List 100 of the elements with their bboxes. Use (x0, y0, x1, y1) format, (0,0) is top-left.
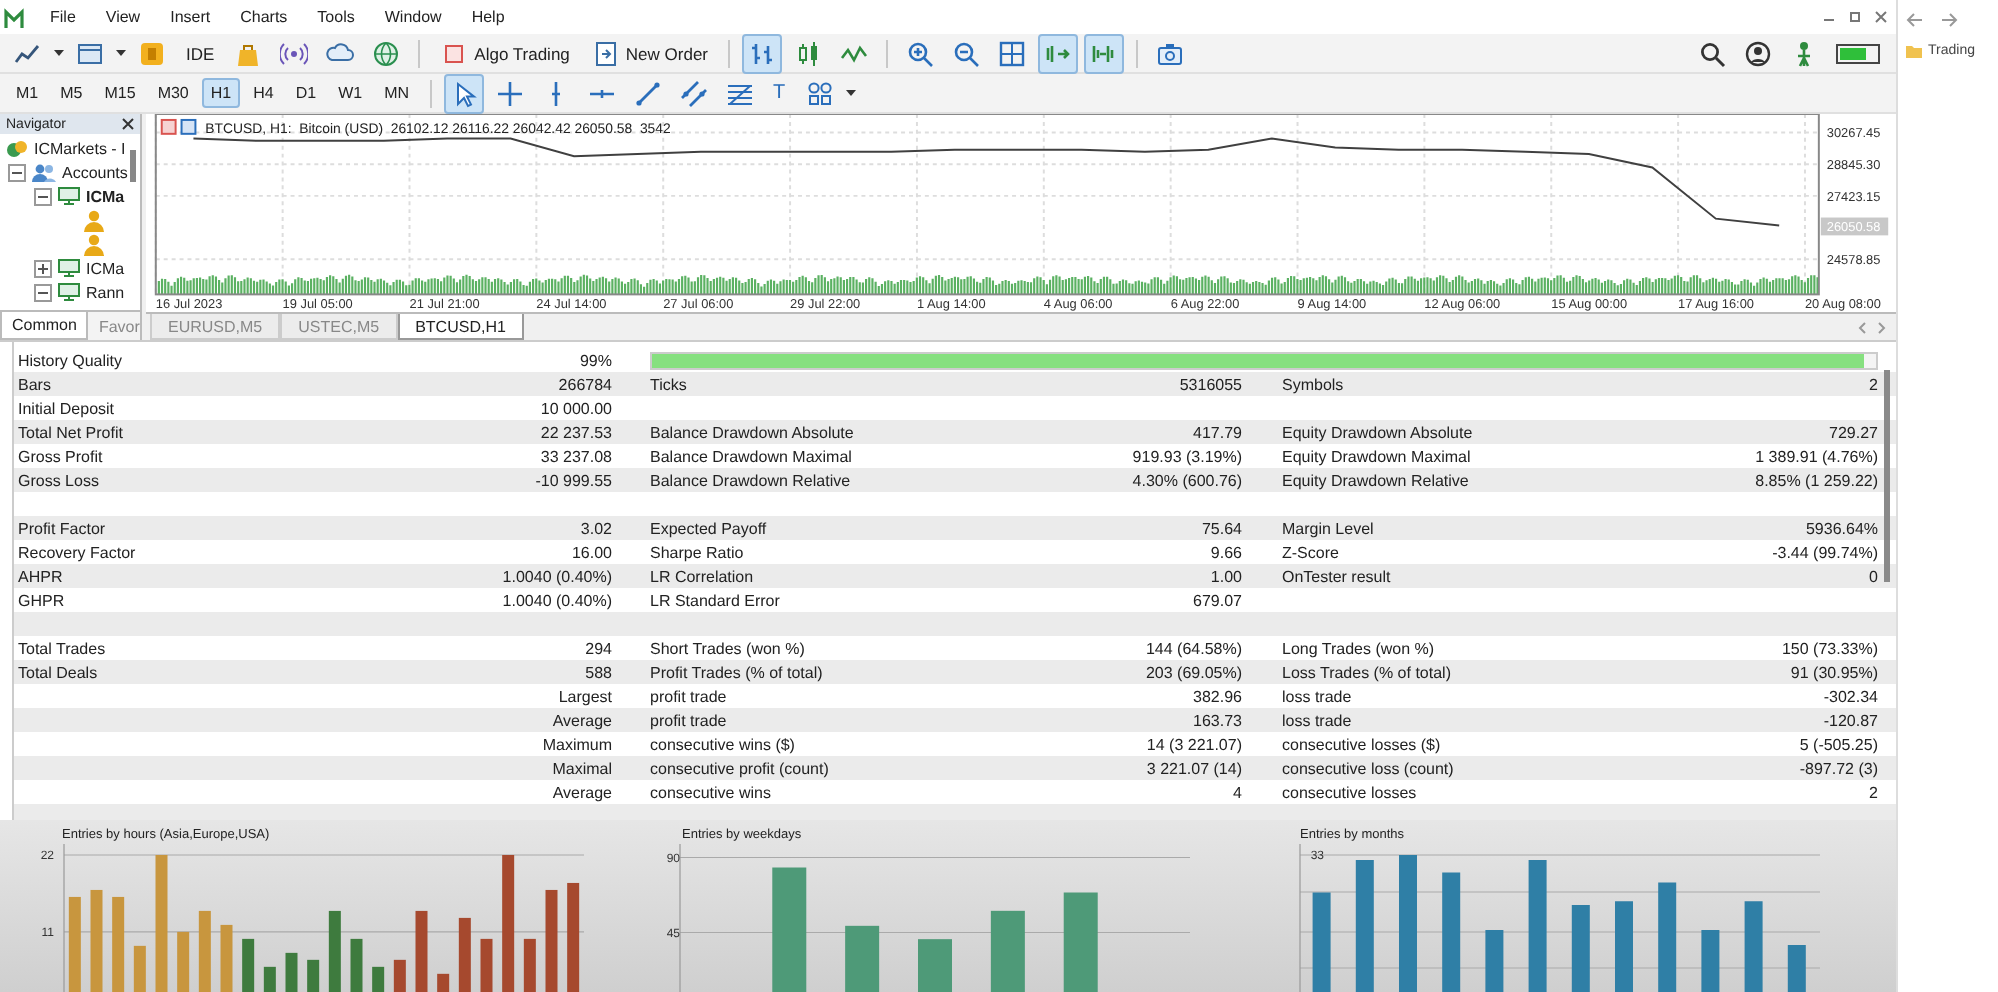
stat-value: Largest (556, 687, 612, 705)
stat-value: 5316055 (1177, 375, 1242, 393)
bar (242, 938, 255, 992)
stat-label: Equity Drawdown Absolute (1282, 423, 1475, 441)
stat-value: 2 (1867, 783, 1878, 801)
stat-value: 9.66 (1208, 543, 1242, 561)
user-icon[interactable] (1744, 39, 1772, 67)
close-icon[interactable] (122, 118, 134, 130)
panel-tab[interactable]: Common (0, 312, 89, 340)
chevron-left-icon[interactable] (1858, 321, 1866, 334)
tree-item[interactable]: ICMarkets - I (34, 139, 126, 157)
tree-item[interactable]: Rann (86, 283, 125, 301)
bar (1063, 892, 1098, 992)
collapse-icon[interactable] (8, 163, 26, 181)
stat-label: Gross Loss (18, 471, 101, 489)
menu-item[interactable]: File (46, 6, 80, 28)
stat-label: Profit Factor (18, 519, 108, 537)
text-tool-button[interactable]: T (765, 76, 794, 110)
stat-value: 14 (3 221.07) (1144, 735, 1242, 753)
menu-item[interactable]: Window (380, 6, 446, 28)
bar (263, 966, 276, 992)
caret-icon (116, 50, 126, 56)
bar (177, 931, 190, 992)
scrollbar[interactable] (1884, 370, 1890, 582)
stat-value: -897.72 (3) (1797, 759, 1878, 777)
search-icon[interactable] (1698, 39, 1726, 67)
app-logo-icon (4, 5, 24, 29)
bar (350, 938, 363, 992)
trade-icon[interactable] (160, 118, 197, 135)
chevron-right-icon[interactable] (1878, 321, 1886, 334)
timeframe-button[interactable]: MN (376, 78, 418, 108)
tree-item[interactable]: Accounts (62, 163, 128, 181)
close-icon[interactable] (1874, 10, 1888, 24)
stat-value: 3 221.07 (14) (1144, 759, 1242, 777)
bar (480, 938, 493, 992)
chart-shift-icon[interactable] (1084, 33, 1124, 73)
stat-label: profit trade (650, 711, 729, 729)
stat-value: Average (550, 711, 612, 729)
bar (155, 855, 168, 992)
stat-label: Symbols (1282, 375, 1346, 393)
menu-item[interactable]: Help (467, 6, 509, 28)
auto-scroll-icon[interactable] (1038, 33, 1078, 73)
timeframe-button[interactable]: D1 (287, 78, 325, 108)
bar (502, 855, 515, 992)
stat-value: 203 (69.05%) (1143, 663, 1242, 681)
tree-item[interactable]: ICMa (86, 259, 125, 277)
scrollbar[interactable] (130, 150, 136, 182)
restore-icon[interactable] (1848, 10, 1862, 24)
menu-item[interactable]: Tools (313, 6, 359, 28)
algo-trading-button[interactable]: Algo Trading (432, 33, 578, 73)
stat-value: 294 (583, 639, 612, 657)
stat-label: Total Deals (18, 663, 100, 681)
chart-tab[interactable]: BTCUSD,H1 (397, 314, 524, 340)
stat-value: -302.34 (1821, 687, 1878, 705)
timeframe-button[interactable]: M1 (8, 78, 47, 108)
bar (133, 945, 146, 992)
collapse-icon[interactable] (34, 187, 52, 205)
expand-icon[interactable] (34, 259, 52, 277)
order-icon (591, 39, 620, 67)
forward-arrow-icon[interactable] (1940, 12, 1958, 28)
stat-value: 8.85% (1 259.22) (1753, 471, 1878, 489)
stat-value: 75.64 (1199, 519, 1242, 537)
stat-label: consecutive losses (1282, 783, 1419, 801)
timeframe-button[interactable]: M15 (96, 78, 144, 108)
tree-item[interactable]: ICMa (86, 187, 125, 205)
stat-value: 4 (1231, 783, 1242, 801)
stat-value: Maximum (540, 735, 612, 753)
bar-chart-icon[interactable] (742, 33, 782, 73)
timeframe-button[interactable]: H4 (245, 78, 282, 108)
timeframe-button[interactable]: H1 (202, 78, 240, 108)
stat-label: Bars (18, 375, 53, 393)
stat-value: 144 (64.58%) (1143, 639, 1242, 657)
collapse-icon[interactable] (34, 283, 52, 301)
new-order-button[interactable]: New Order (583, 33, 716, 73)
timeframe-button[interactable]: M30 (149, 78, 197, 108)
back-arrow-icon[interactable] (1906, 12, 1924, 28)
stat-value: Maximal (550, 759, 612, 777)
menu-item[interactable]: Charts (236, 6, 292, 28)
bar (567, 882, 580, 992)
timeframe-button[interactable]: W1 (330, 78, 371, 108)
menu-item[interactable]: Insert (166, 6, 215, 28)
stat-label: Expected Payoff (650, 519, 769, 537)
bar (285, 952, 298, 992)
menu-item[interactable]: View (101, 6, 145, 28)
caret-icon (54, 50, 64, 56)
bar (328, 910, 341, 992)
stat-label: Loss Trades (% of total) (1282, 663, 1453, 681)
stat-value: -3.44 (99.74%) (1770, 543, 1878, 561)
stat-value: 2 (1867, 375, 1878, 393)
bar (112, 896, 125, 992)
ide-button[interactable]: IDE (178, 37, 223, 69)
cursor-icon[interactable] (443, 73, 484, 113)
stat-label: Profit Trades (% of total) (650, 663, 825, 681)
stat-value: 10 000.00 (538, 399, 612, 417)
bar (415, 910, 428, 992)
bar (68, 896, 81, 992)
stat-label: Gross Profit (18, 447, 105, 465)
stat-value: 382.96 (1191, 687, 1242, 705)
stat-value: 5 (-505.25) (1797, 735, 1878, 753)
timeframe-button[interactable]: M5 (52, 78, 91, 108)
